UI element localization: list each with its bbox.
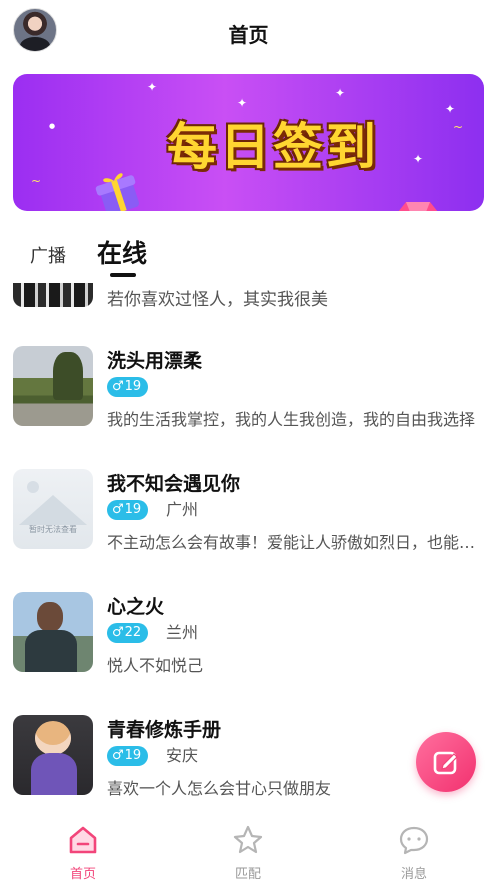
age-badge: ♂22 (107, 623, 149, 643)
list-item[interactable]: 洗头用漂柔 ♂19 我的生活我掌控，我的人生我创造，我的自由我选择 (0, 346, 497, 456)
list-item[interactable]: 心之火 ♂22 兰州 悦人不如悦己 (0, 592, 497, 702)
male-icon: ♂ (112, 502, 124, 517)
user-bio: 若你喜欢过怪人，其实我很美 (107, 290, 328, 310)
user-photo (13, 715, 93, 795)
placeholder-text: 暂时无法查看 (29, 525, 77, 534)
star-icon (233, 825, 263, 854)
age-badge: ♂19 (107, 377, 149, 397)
user-photo (13, 592, 93, 672)
user-city: 安庆 (166, 746, 199, 765)
male-icon: ♂ (112, 748, 124, 763)
image-placeholder-icon (27, 481, 39, 493)
user-name: 青春修炼手册 (107, 719, 222, 741)
user-bio: 悦人不如悦己 (107, 656, 204, 675)
tab-online[interactable]: 在线 (97, 234, 147, 270)
nav-match-label: 匹配 (234, 867, 261, 882)
active-tab-indicator (110, 273, 136, 277)
list-item[interactable]: 若你喜欢过怪人，其实我很美 (0, 283, 497, 323)
user-city: 兰州 (166, 623, 199, 642)
tab-broadcast[interactable]: 广播 (30, 242, 66, 268)
user-name: 洗头用漂柔 (107, 350, 203, 372)
edit-icon (433, 751, 458, 775)
nav-messages-label: 消息 (400, 867, 427, 882)
user-photo-placeholder: 暂时无法查看 (13, 469, 93, 549)
daily-checkin-banner[interactable]: ✦ ✦ ✦ ✦ ● ✦ ~ ~ 每日签到 (13, 74, 484, 211)
nav-match[interactable]: 匹配 (198, 815, 298, 883)
age-badge: ♂19 (107, 746, 149, 766)
nav-home-label: 首页 (69, 867, 96, 882)
bottom-nav: 首页 匹配 消息 (0, 815, 497, 883)
message-icon (399, 826, 429, 855)
user-bio: 我的生活我掌控，我的人生我创造，我的自由我选择 (107, 410, 476, 429)
diamond-icon (398, 202, 438, 211)
user-age: 22 (124, 625, 142, 640)
male-icon: ♂ (112, 625, 124, 640)
new-post-button[interactable] (416, 732, 476, 792)
user-age: 19 (124, 502, 142, 517)
list-item[interactable]: 暂时无法查看 我不知会遇见你 ♂19 广州 不主动怎么会有故事！爱能让人骄傲如烈… (0, 469, 497, 579)
user-city: 广州 (166, 500, 199, 519)
banner-title: 每日签到 (167, 118, 379, 176)
user-age: 19 (124, 379, 142, 394)
nav-messages[interactable]: 消息 (364, 815, 464, 883)
feed-tabs: 广播 在线 (0, 226, 497, 282)
home-icon (69, 826, 97, 854)
online-user-list[interactable]: 若你喜欢过怪人，其实我很美 洗头用漂柔 ♂19 我的生活我掌控，我的人生我创造，… (0, 283, 497, 810)
user-bio: 不主动怎么会有故事！爱能让人骄傲如烈日，也能让人卑微如尘埃 (107, 533, 477, 552)
user-age: 19 (124, 748, 142, 763)
user-name: 心之火 (107, 596, 165, 618)
header: 首页 (0, 0, 497, 62)
user-name: 我不知会遇见你 (107, 473, 241, 495)
age-badge: ♂19 (107, 500, 149, 520)
page-title: 首页 (228, 23, 269, 47)
nav-home[interactable]: 首页 (33, 815, 133, 883)
user-photo (13, 346, 93, 426)
male-icon: ♂ (112, 379, 124, 394)
user-photo (13, 283, 93, 307)
